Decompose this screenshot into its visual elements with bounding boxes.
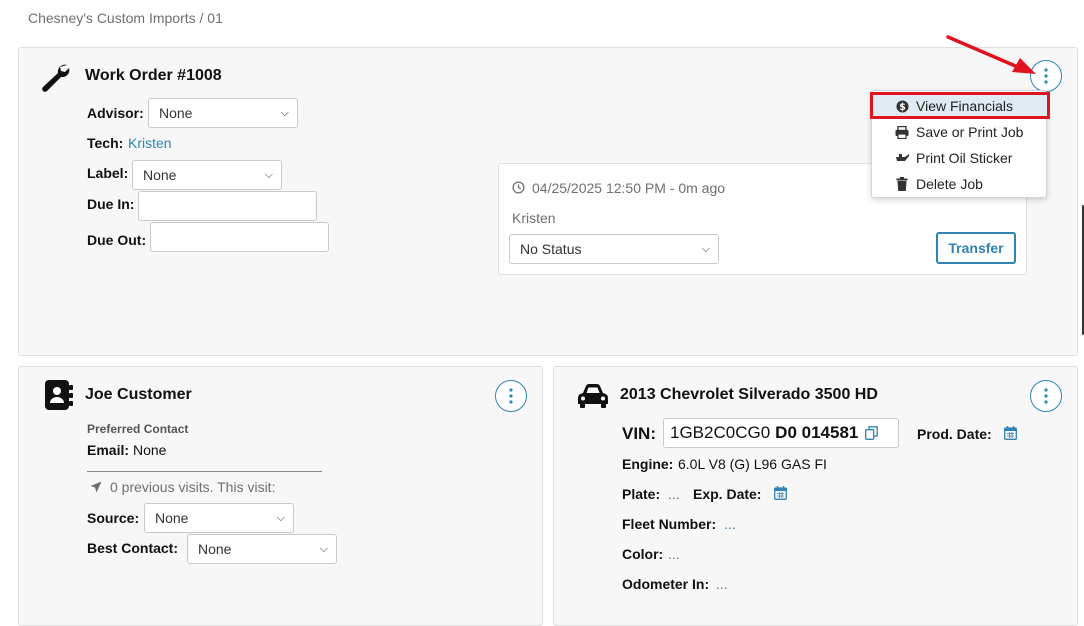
menu-item-print-oil-sticker[interactable]: Print Oil Sticker (872, 145, 1048, 171)
calendar-icon[interactable] (1004, 426, 1017, 443)
address-book-icon (44, 380, 74, 413)
label-select-value: None (143, 167, 177, 183)
source-select[interactable]: None ⌵ (144, 503, 294, 533)
kebab-icon (1044, 68, 1048, 84)
due-in-input[interactable] (138, 191, 317, 221)
car-icon (577, 383, 609, 412)
menu-item-label: Save or Print Job (916, 124, 1024, 140)
chevron-down-icon: ⌵ (276, 511, 285, 524)
annotation-arrow (946, 35, 1036, 74)
chevron-down-icon: ⌵ (319, 542, 328, 555)
label-label: Label: (87, 165, 129, 181)
customer-name[interactable]: Joe Customer (85, 386, 192, 404)
vin-part2: D0 014581 (775, 423, 859, 442)
printer-icon (894, 125, 910, 139)
tech-link[interactable]: Kristen (128, 135, 172, 151)
divider (87, 471, 322, 472)
due-out-label: Due Out: (87, 232, 147, 248)
source-select-value: None (155, 510, 189, 526)
advisor-select-value: None (159, 105, 193, 121)
odometer-in-value[interactable]: ... (716, 576, 728, 592)
breadcrumb[interactable]: Chesney's Custom Imports / 01 (28, 10, 223, 26)
vin-box[interactable]: 1GB2C0CG0 D0 014581 (663, 418, 899, 448)
chevron-down-icon: ⌵ (280, 106, 289, 119)
fleet-number-value[interactable]: ... (724, 516, 736, 532)
kebab-icon (1044, 388, 1048, 404)
preferred-contact-label: Preferred Contact (87, 422, 189, 436)
vin-label: VIN: (622, 424, 656, 443)
annotation-highlight-box (870, 92, 1050, 119)
plate-label: Plate: (622, 486, 661, 502)
label-select[interactable]: None ⌵ (132, 160, 282, 190)
work-order-title: Work Order #1008 (85, 67, 222, 84)
exp-date-label: Exp. Date: (693, 486, 762, 502)
engine-label: Engine: (622, 456, 674, 472)
calendar-icon[interactable] (774, 486, 787, 503)
status-timestamp: 04/25/2025 12:50 PM - 0m ago (532, 180, 726, 196)
vehicle-title: 2013 Chevrolet Silverado 3500 HD (620, 386, 878, 403)
customer-panel (18, 366, 543, 626)
visits-text: 0 previous visits. This visit: (110, 479, 276, 495)
email-label: Email: (87, 442, 130, 458)
odometer-in-label: Odometer In: (622, 576, 710, 592)
trash-icon (894, 177, 910, 191)
transfer-button[interactable]: Transfer (936, 232, 1016, 264)
color-value[interactable]: ... (668, 546, 680, 562)
menu-item-label: Print Oil Sticker (916, 150, 1013, 166)
customer-more-button[interactable] (495, 380, 527, 412)
menu-item-delete-job[interactable]: Delete Job (872, 171, 1048, 197)
tech-label: Tech: (87, 135, 124, 151)
best-contact-select-value: None (198, 541, 232, 557)
status-select-value: No Status (520, 241, 582, 257)
wrench-icon (40, 62, 72, 95)
copy-icon[interactable] (865, 426, 879, 440)
due-in-label: Due In: (87, 196, 135, 212)
color-label: Color: (622, 546, 664, 562)
fleet-number-label: Fleet Number: (622, 516, 717, 532)
email-value: None (133, 442, 167, 458)
chevron-down-icon: ⌵ (701, 242, 710, 255)
source-label: Source: (87, 510, 140, 526)
advisor-label: Advisor: (87, 105, 144, 121)
location-arrow-icon (90, 480, 102, 496)
best-contact-select[interactable]: None ⌵ (187, 534, 337, 564)
vehicle-more-button[interactable] (1030, 380, 1062, 412)
due-out-input[interactable] (150, 222, 329, 252)
status-select[interactable]: No Status ⌵ (509, 234, 719, 264)
menu-item-label: Delete Job (916, 176, 983, 192)
best-contact-label: Best Contact: (87, 540, 179, 556)
chevron-down-icon: ⌵ (264, 168, 273, 181)
oil-can-icon (894, 152, 910, 164)
advisor-select[interactable]: None ⌵ (148, 98, 298, 128)
clock-icon (512, 181, 525, 197)
status-user: Kristen (512, 210, 556, 226)
menu-item-save-print-job[interactable]: Save or Print Job (872, 119, 1048, 145)
plate-value[interactable]: ... (668, 486, 680, 502)
vin-part1: 1GB2C0CG0 (670, 423, 771, 442)
kebab-icon (509, 388, 513, 404)
prod-date-label: Prod. Date: (917, 426, 992, 442)
engine-value: 6.0L V8 (G) L96 GAS FI (678, 456, 827, 472)
